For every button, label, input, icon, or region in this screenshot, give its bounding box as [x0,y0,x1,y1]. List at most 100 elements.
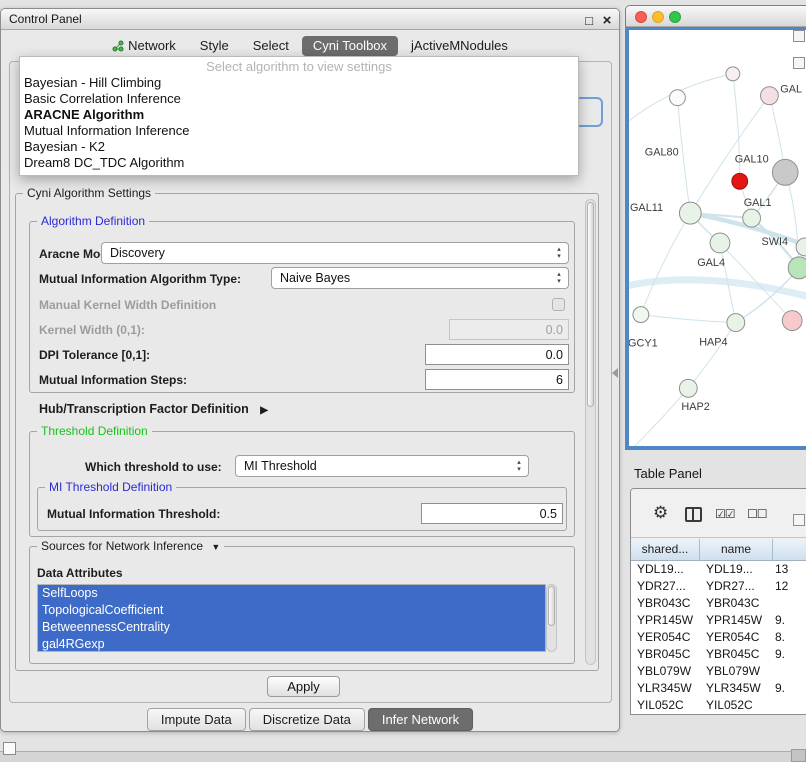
table-row[interactable]: YBR045C YBR045C 9. [631,646,806,663]
network-canvas[interactable]: GAL80GAL10GAL11GAL1SWI4GAL4GCY1HAP4HAP2G… [626,27,806,449]
hub-definition-toggle[interactable]: Hub/Transcription Factor Definition ▶ [39,402,268,416]
network-node[interactable] [726,67,740,81]
table-row[interactable]: YDL19... YDL19... 13 [631,561,806,578]
network-node[interactable] [743,209,761,227]
which-threshold-combo[interactable]: MI Threshold ▴▾ [235,455,529,477]
sources-group-title[interactable]: Sources for Network Inference ▼ [37,539,224,553]
network-node[interactable] [679,202,701,224]
bottom-tab[interactable]: Impute Data [147,708,246,731]
network-node[interactable] [710,233,730,253]
combo-arrows-icon: ▴▾ [554,246,564,260]
algorithm-option[interactable]: Dream8 DC_TDC Algorithm [20,155,578,171]
attribute-list-scrollbar-thumb[interactable] [548,586,555,626]
control-panel-titlebar[interactable]: Control Panel □ × [1,9,619,30]
corner-resize-block[interactable] [791,749,806,762]
table-row[interactable]: YPR145W YPR145W 9. [631,612,806,629]
table-toolbar: ⚙ ☑☑ ☐☐ [631,489,806,538]
cell-shared-name: YPR145W [631,612,700,629]
cell-name: YLR345W [700,680,773,697]
attribute-item-selected[interactable]: TopologicalCoefficient [38,602,545,619]
bottom-tab-label: Discretize Data [263,712,351,727]
table-row[interactable]: YBL079W YBL079W [631,663,806,680]
algorithm-option-list: Bayesian - Hill Climbing Basic Correlati… [20,75,578,171]
network-edge[interactable] [677,98,690,213]
panel-tab[interactable]: Style [189,36,240,56]
cell-shared-name: YBR043C [631,595,700,612]
table-row[interactable]: YER054C YER054C 8. [631,629,806,646]
float-window-icon[interactable]: □ [581,11,597,31]
settings-scrollbar-thumb[interactable] [587,202,594,407]
network-node[interactable] [772,159,798,185]
window-title: Control Panel [1,12,82,26]
partial-checkbox[interactable] [793,57,805,69]
table-rows: YDL19... YDL19... 13 YDR27... YDR27... 1… [631,561,806,714]
gear-icon[interactable]: ⚙ [653,503,668,523]
cell-value: 9. [773,680,806,697]
column-header[interactable] [773,539,806,561]
network-edge[interactable] [688,323,735,389]
cell-value: 8. [773,629,806,646]
aracne-mode-combo[interactable]: Discovery ▴▾ [101,242,569,264]
mi-threshold-field[interactable] [421,503,563,524]
attribute-item-selected[interactable]: gal4RGexp [38,636,545,652]
network-node[interactable] [761,87,779,105]
network-node[interactable] [732,173,748,189]
network-node[interactable] [679,379,697,397]
kernel-width-field[interactable] [449,319,569,340]
mi-type-combo[interactable]: Naive Bayes ▴▾ [271,267,569,289]
attribute-list-scrollbar[interactable] [546,584,557,652]
table-row[interactable]: YIL052C YIL052C [631,697,806,714]
attribute-item-selected[interactable]: SelfLoops [38,585,545,602]
select-all-icon[interactable]: ☑☑ [715,507,735,521]
network-node[interactable] [788,257,806,279]
manual-kernel-checkbox[interactable] [552,298,565,311]
panel-tab[interactable]: Network [101,36,187,56]
network-node-label: GAL10 [735,153,769,165]
network-edge[interactable] [641,213,690,315]
bottom-tab[interactable]: Infer Network [368,708,473,731]
mi-steps-field[interactable] [425,369,569,390]
panel-tab-label: jActiveMNodules [411,38,508,53]
network-edge[interactable] [641,315,736,323]
network-node[interactable] [633,307,649,323]
algorithm-option[interactable]: Mutual Information Inference [20,123,578,139]
close-traffic-light-icon[interactable] [635,11,647,23]
column-header[interactable]: name [700,539,773,561]
bottom-tab[interactable]: Discretize Data [249,708,365,731]
network-node[interactable] [782,311,802,331]
algorithm-option[interactable]: Bayesian - Hill Climbing [20,75,578,91]
network-tab-icon [112,40,124,52]
network-edge[interactable] [635,388,688,446]
algorithm-option[interactable]: Basic Correlation Inference [20,91,578,107]
attribute-item-selected[interactable]: BetweennessCentrality [38,619,545,636]
algorithm-option[interactable]: ARACNE Algorithm [20,107,578,123]
cell-value [773,697,806,714]
partial-checkbox[interactable] [793,30,805,42]
table-row[interactable]: YLR345W YLR345W 9. [631,680,806,697]
table-row[interactable]: YBR043C YBR043C [631,595,806,612]
close-window-icon[interactable]: × [599,11,615,31]
bottom-tab-label: Infer Network [382,712,459,727]
network-node[interactable] [727,314,745,332]
algorithm-option[interactable]: Bayesian - K2 [20,139,578,155]
column-header[interactable]: shared... [631,539,700,561]
partial-checkbox[interactable] [793,514,805,526]
mi-steps-label: Mutual Information Steps: [39,373,187,387]
apply-button[interactable]: Apply [267,676,340,697]
deselect-all-icon[interactable]: ☐☐ [747,507,767,521]
panel-tab[interactable]: jActiveMNodules [400,36,519,56]
minimized-panel-icon[interactable] [3,742,16,755]
dpi-tolerance-field[interactable] [425,344,569,365]
table-row[interactable]: YDR27... YDR27... 12 [631,578,806,595]
network-window-titlebar[interactable] [626,6,806,27]
columns-icon[interactable] [685,507,702,522]
panel-collapse-handle[interactable] [612,368,618,378]
minimize-traffic-light-icon[interactable] [652,11,664,23]
table-header: shared... name [631,539,806,561]
zoom-traffic-light-icon[interactable] [669,11,681,23]
network-node[interactable] [670,90,686,106]
cell-shared-name: YBL079W [631,663,700,680]
panel-tab[interactable]: Cyni Toolbox [302,36,398,56]
settings-scrollbar[interactable] [585,199,596,665]
panel-tab[interactable]: Select [242,36,300,56]
